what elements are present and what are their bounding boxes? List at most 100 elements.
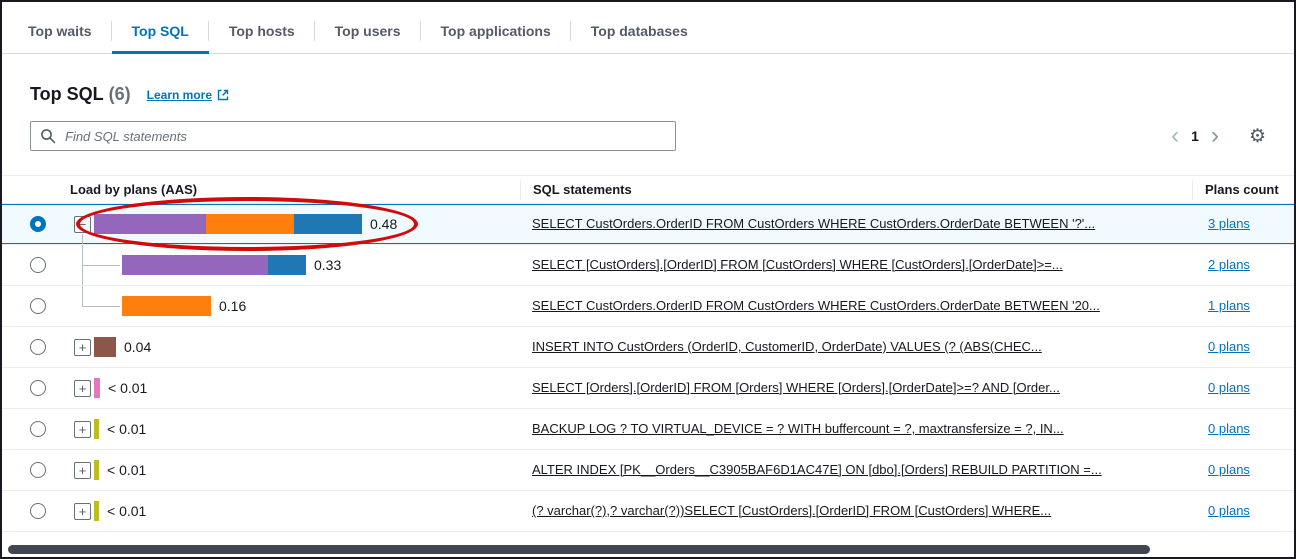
panel-header: Top SQL(6) Learn more: [2, 54, 1294, 105]
plans-count-link[interactable]: 0 plans: [1208, 462, 1250, 477]
expand-toggle-icon[interactable]: +: [74, 380, 91, 397]
column-header-plans: Plans count: [1192, 180, 1294, 200]
bar-segment-orange: [206, 214, 294, 234]
tab-top-waits[interactable]: Top waits: [8, 10, 112, 53]
radio-cell: [2, 298, 58, 314]
sql-cell: INSERT INTO CustOrders (OrderID, Custome…: [520, 338, 1192, 356]
bar-segment-brown: [94, 337, 116, 357]
table-header: Load by plans (AAS) SQL statements Plans…: [2, 176, 1294, 204]
table-row[interactable]: 0.33 SELECT [CustOrders].[OrderID] FROM …: [2, 245, 1294, 286]
tab-top-databases[interactable]: Top databases: [571, 10, 708, 53]
load-cell: 0.04: [94, 327, 520, 367]
sql-statement-link[interactable]: SELECT CustOrders.OrderID FROM CustOrder…: [532, 298, 1100, 313]
expand-toggle-icon[interactable]: +: [74, 503, 91, 520]
scrollbar-thumb[interactable]: [8, 545, 1150, 554]
sql-statement-link[interactable]: INSERT INTO CustOrders (OrderID, Custome…: [532, 339, 1042, 354]
collapse-toggle-icon[interactable]: −: [74, 216, 91, 233]
row-radio-button[interactable]: [30, 257, 46, 273]
table-row[interactable]: + 0.04 INSERT INTO CustOrders (OrderID, …: [2, 327, 1294, 368]
table-row[interactable]: 0.16 SELECT CustOrders.OrderID FROM Cust…: [2, 286, 1294, 327]
toggle-cell: +: [58, 327, 94, 367]
learn-more-link[interactable]: Learn more: [147, 88, 229, 102]
sql-cell: SELECT CustOrders.OrderID FROM CustOrder…: [520, 297, 1192, 315]
plans-count-link[interactable]: 0 plans: [1208, 421, 1250, 436]
search-input[interactable]: [30, 121, 676, 151]
toggle-cell: +: [58, 450, 94, 490]
load-value: < 0.01: [107, 462, 146, 478]
tab-top-hosts[interactable]: Top hosts: [209, 10, 315, 53]
plans-count-link[interactable]: 0 plans: [1208, 339, 1250, 354]
plans-count-link[interactable]: 0 plans: [1208, 503, 1250, 518]
row-radio-button[interactable]: [30, 298, 46, 314]
load-value: 0.33: [314, 257, 341, 273]
table-row[interactable]: + < 0.01 SELECT [Orders].[OrderID] FROM …: [2, 368, 1294, 409]
previous-page-icon[interactable]: ‹: [1163, 124, 1187, 148]
load-bar: [122, 296, 211, 316]
plans-cell: 0 plans: [1192, 502, 1294, 520]
sql-cell: (? varchar(?),? varchar(?))SELECT [CustO…: [520, 502, 1192, 520]
tab-top-sql[interactable]: Top SQL: [112, 10, 209, 53]
plans-cell: 0 plans: [1192, 379, 1294, 397]
sql-statement-link[interactable]: SELECT CustOrders.OrderID FROM CustOrder…: [532, 216, 1095, 231]
table-row[interactable]: + < 0.01 BACKUP LOG ? TO VIRTUAL_DEVICE …: [2, 409, 1294, 450]
load-value: < 0.01: [107, 421, 146, 437]
sql-statement-link[interactable]: SELECT [CustOrders].[OrderID] FROM [Cust…: [532, 257, 1063, 272]
sql-cell: BACKUP LOG ? TO VIRTUAL_DEVICE = ? WITH …: [520, 420, 1192, 438]
plans-count-link[interactable]: 1 plans: [1208, 298, 1250, 313]
sql-statement-link[interactable]: BACKUP LOG ? TO VIRTUAL_DEVICE = ? WITH …: [532, 421, 1064, 436]
bar-segment-purple: [94, 214, 206, 234]
table-body: − 0.48 SELECT CustOrders.OrderID FROM Cu…: [2, 204, 1294, 532]
tab-top-users[interactable]: Top users: [315, 10, 421, 53]
next-page-icon[interactable]: ›: [1203, 124, 1227, 148]
bar-segment-olive: [94, 501, 99, 521]
external-link-icon: [217, 89, 229, 101]
row-radio-button[interactable]: [30, 216, 46, 232]
load-cell: < 0.01: [94, 450, 520, 490]
search-box: [30, 121, 676, 151]
bar-segment-orange: [122, 296, 211, 316]
table-row[interactable]: + < 0.01 ALTER INDEX [PK__Orders__C3905B…: [2, 450, 1294, 491]
current-page-number[interactable]: 1: [1187, 128, 1203, 144]
sql-statement-link[interactable]: (? varchar(?),? varchar(?))SELECT [CustO…: [532, 503, 1051, 518]
plans-count-link[interactable]: 3 plans: [1208, 216, 1250, 231]
search-icon: [40, 128, 56, 149]
sql-statement-link[interactable]: SELECT [Orders].[OrderID] FROM [Orders] …: [532, 380, 1060, 395]
row-radio-button[interactable]: [30, 462, 46, 478]
load-bar: [122, 255, 306, 275]
bar-segment-blue: [268, 255, 306, 275]
table-controls: ‹ 1 › ⚙: [2, 105, 1294, 151]
load-bar: [94, 337, 116, 357]
load-cell: 0.16: [94, 286, 520, 326]
row-radio-button[interactable]: [30, 421, 46, 437]
top-sql-table: Load by plans (AAS) SQL statements Plans…: [2, 175, 1294, 532]
column-header-sql: SQL statements: [520, 180, 1192, 200]
plans-cell: 0 plans: [1192, 420, 1294, 438]
row-radio-button[interactable]: [30, 380, 46, 396]
row-radio-button[interactable]: [30, 503, 46, 519]
radio-cell: [2, 380, 58, 396]
expand-toggle-icon[interactable]: +: [74, 462, 91, 479]
row-radio-button[interactable]: [30, 339, 46, 355]
load-bar: [94, 460, 99, 480]
table-row[interactable]: − 0.48 SELECT CustOrders.OrderID FROM Cu…: [2, 204, 1294, 245]
pagination-controls: ‹ 1 › ⚙: [1163, 124, 1266, 148]
plans-count-link[interactable]: 2 plans: [1208, 257, 1250, 272]
tab-bar: Top waits Top SQL Top hosts Top users To…: [2, 2, 1294, 54]
sql-cell: SELECT CustOrders.OrderID FROM CustOrder…: [520, 215, 1192, 233]
load-cell: 0.48: [94, 204, 520, 244]
expand-toggle-icon[interactable]: +: [74, 339, 91, 356]
load-cell: < 0.01: [94, 368, 520, 408]
expand-toggle-icon[interactable]: +: [74, 421, 91, 438]
plans-count-link[interactable]: 0 plans: [1208, 380, 1250, 395]
toggle-cell: +: [58, 368, 94, 408]
learn-more-label: Learn more: [147, 88, 212, 102]
load-bar: [94, 214, 362, 234]
sql-cell: ALTER INDEX [PK__Orders__C3905BAF6D1AC47…: [520, 461, 1192, 479]
plans-cell: 0 plans: [1192, 338, 1294, 356]
settings-gear-icon[interactable]: ⚙: [1249, 127, 1266, 146]
sql-statement-link[interactable]: ALTER INDEX [PK__Orders__C3905BAF6D1AC47…: [532, 462, 1102, 477]
table-row[interactable]: + < 0.01 (? varchar(?),? varchar(?))SELE…: [2, 491, 1294, 532]
tab-top-applications[interactable]: Top applications: [421, 10, 571, 53]
load-bar: [94, 378, 100, 398]
radio-cell: [2, 421, 58, 437]
